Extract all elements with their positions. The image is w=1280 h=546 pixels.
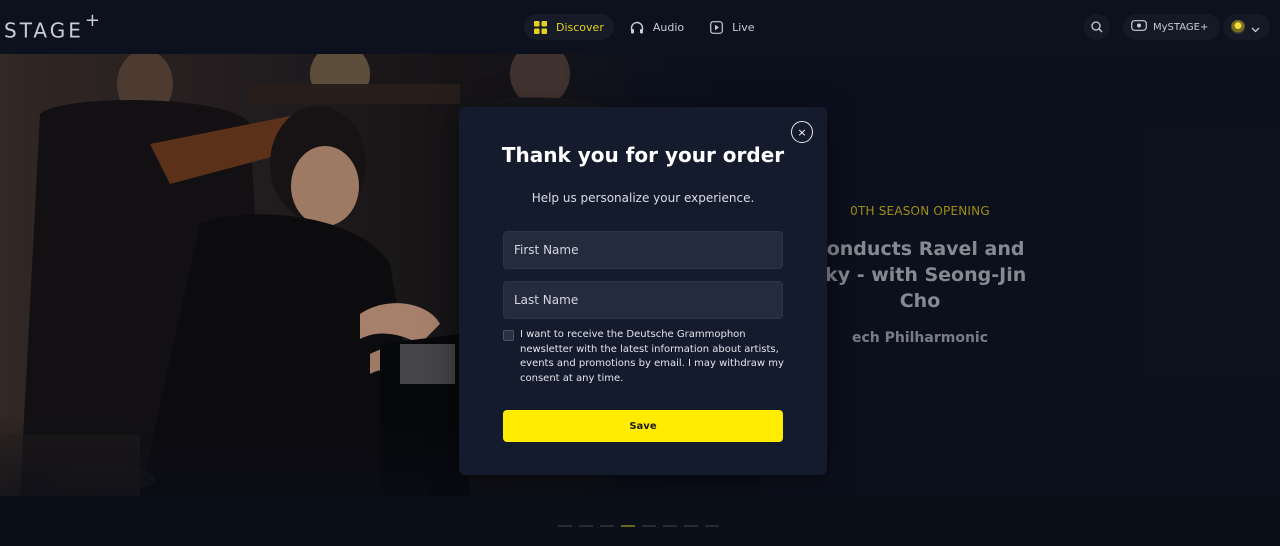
- modal-subtitle: Help us personalize your experience.: [531, 191, 755, 205]
- save-button[interactable]: Save: [503, 410, 783, 442]
- grid-icon: [534, 20, 547, 34]
- search-icon: [1091, 18, 1103, 37]
- carousel-dot[interactable]: [558, 525, 572, 527]
- nav-audio[interactable]: Audio: [620, 14, 694, 40]
- carousel-dot-active[interactable]: [621, 525, 635, 527]
- play-icon: [710, 20, 724, 34]
- order-thanks-modal: × Thank you for your order Help us perso…: [459, 107, 827, 475]
- nav-live-label: Live: [732, 20, 755, 34]
- headphones-icon: [630, 21, 644, 34]
- modal-title: Thank you for your order: [501, 143, 785, 167]
- mystage-icon: [1131, 20, 1147, 34]
- carousel-dots: [558, 525, 719, 527]
- carousel-dot[interactable]: [579, 525, 593, 527]
- nav-audio-label: Audio: [652, 20, 685, 34]
- carousel-dot[interactable]: [705, 525, 719, 527]
- nav-discover[interactable]: Discover: [524, 14, 614, 40]
- newsletter-consent: I want to receive the Deutsche Grammopho…: [503, 328, 793, 386]
- newsletter-consent-text: I want to receive the Deutsche Grammopho…: [520, 329, 784, 384]
- last-name-input[interactable]: [503, 281, 783, 319]
- avatar: [1231, 20, 1245, 34]
- close-button[interactable]: ×: [791, 121, 813, 143]
- nav-discover-label: Discover: [556, 20, 604, 34]
- carousel-dot[interactable]: [642, 525, 656, 527]
- logo-text: STAGE: [4, 18, 84, 43]
- carousel-dot[interactable]: [600, 525, 614, 527]
- chevron-down-icon: [1251, 18, 1260, 37]
- newsletter-checkbox[interactable]: [503, 330, 514, 341]
- top-bar: STAGE+ Discover Audio Live MySTAGE+: [0, 0, 1280, 54]
- mystage-button[interactable]: MySTAGE+: [1123, 14, 1221, 40]
- profile-menu[interactable]: [1223, 14, 1270, 40]
- mystage-label: MySTAGE+: [1153, 21, 1209, 33]
- first-name-input[interactable]: [503, 231, 783, 269]
- logo-plus: +: [84, 10, 103, 31]
- carousel-dot[interactable]: [684, 525, 698, 527]
- close-icon: ×: [797, 125, 807, 139]
- nav-live[interactable]: Live: [700, 14, 764, 40]
- main-nav: Discover Audio Live: [524, 14, 765, 40]
- search-button[interactable]: [1084, 14, 1110, 40]
- carousel-dot[interactable]: [663, 525, 677, 527]
- stage-plus-logo[interactable]: STAGE+: [4, 10, 103, 43]
